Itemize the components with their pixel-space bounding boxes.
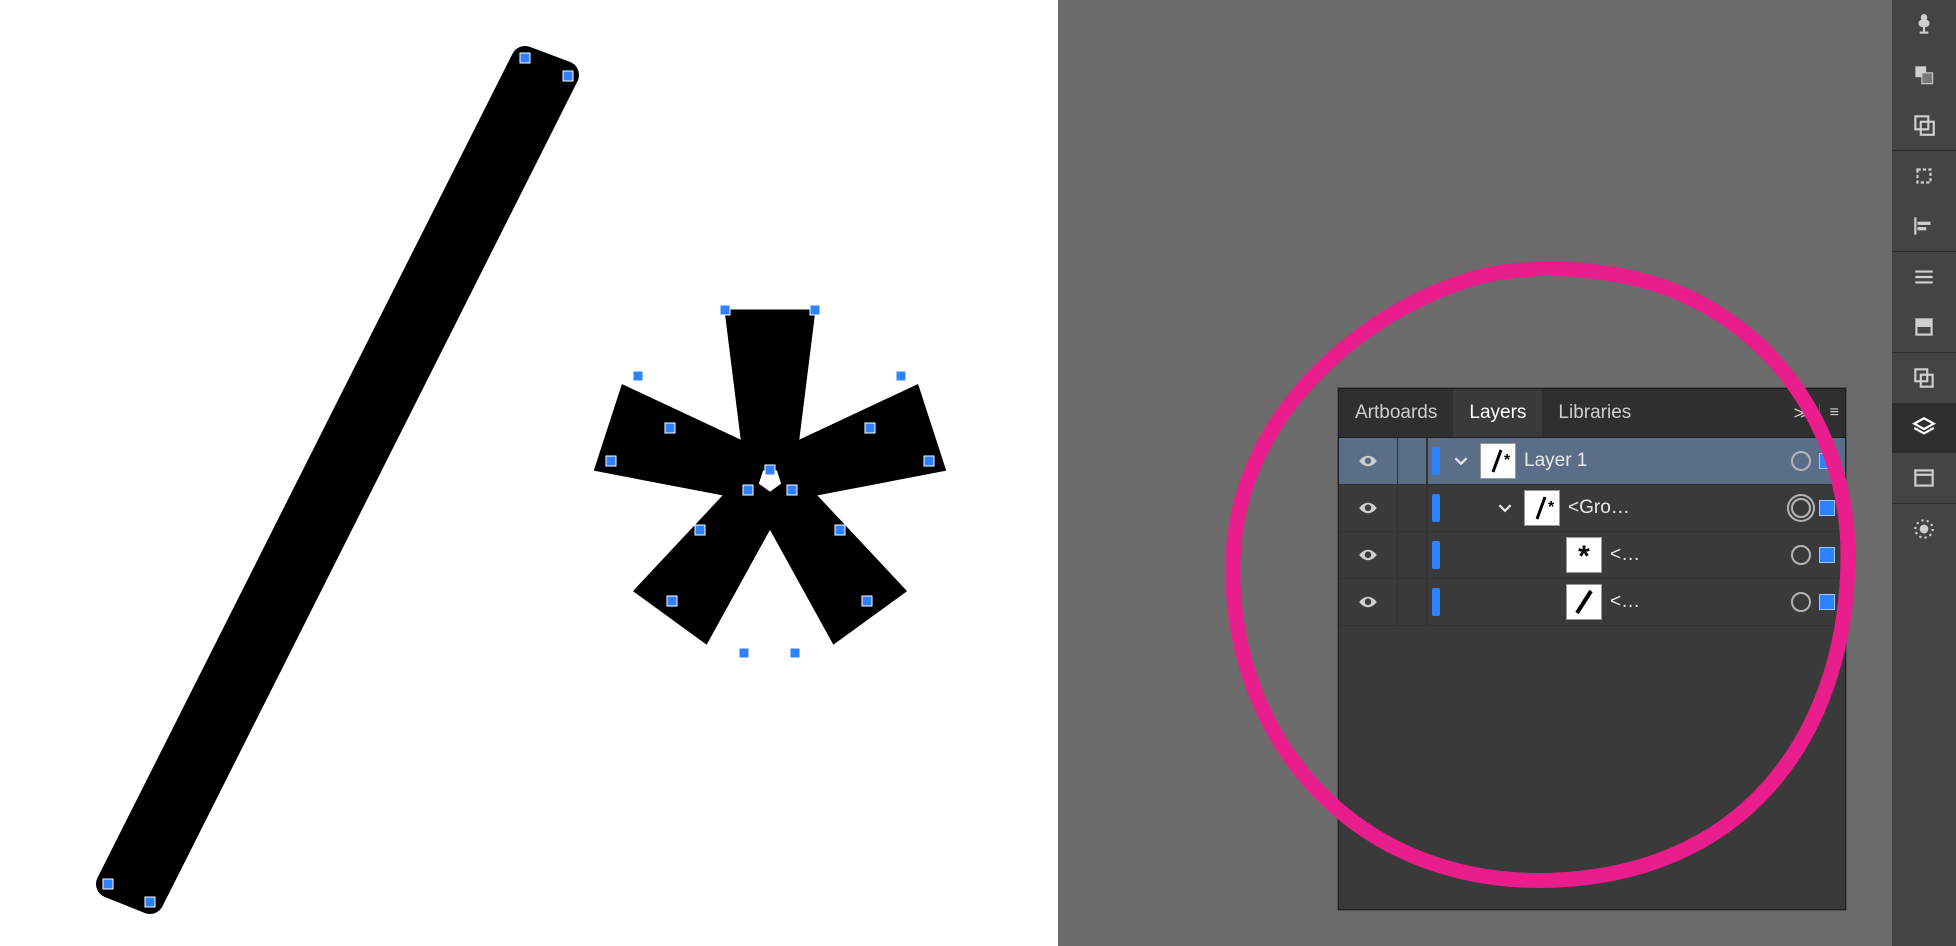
anchor-handle[interactable] (739, 648, 750, 659)
svg-text:*: * (1548, 499, 1555, 516)
tab-libraries[interactable]: Libraries (1542, 389, 1647, 437)
panel-expand-icon[interactable]: >> (1794, 403, 1807, 424)
selection-indicator[interactable] (1819, 453, 1835, 469)
club-icon[interactable] (1892, 0, 1956, 50)
layer-name[interactable]: Layer 1 (1524, 450, 1791, 472)
visibility-icon[interactable] (1357, 454, 1379, 468)
anchor-handle[interactable] (145, 897, 156, 908)
anchor-handle[interactable] (667, 596, 678, 607)
swatch-icon[interactable] (1892, 302, 1956, 352)
overlap-icon[interactable] (1892, 353, 1956, 403)
anchor-handle[interactable] (896, 371, 907, 382)
layer-color-strip (1432, 541, 1440, 569)
anchor-handle[interactable] (665, 423, 676, 434)
layers-panel[interactable]: Artboards Layers Libraries >> ≡ * (1338, 388, 1846, 910)
tab-artboards[interactable]: Artboards (1339, 389, 1453, 437)
layer-color-strip (1432, 494, 1440, 522)
layer-name[interactable]: <Gro… (1568, 497, 1791, 519)
disclosure-icon[interactable] (1450, 454, 1472, 468)
layer-row-path-asterisk[interactable]: * <… (1339, 532, 1845, 579)
panel-tabs: Artboards Layers Libraries >> ≡ (1339, 389, 1845, 438)
svg-text:*: * (1504, 452, 1511, 469)
library-icon[interactable] (1892, 453, 1956, 503)
layer-name[interactable]: <… (1610, 591, 1791, 613)
anchor-handle[interactable] (787, 485, 798, 496)
anchor-handle[interactable] (924, 456, 935, 467)
anchor-handle[interactable] (862, 596, 873, 607)
artboards-icon[interactable] (1892, 100, 1956, 150)
layer-color-strip (1432, 447, 1440, 475)
anchor-handle[interactable] (743, 485, 754, 496)
visibility-icon[interactable] (1357, 595, 1379, 609)
layer-thumbnail: * (1524, 490, 1560, 526)
artboard-canvas[interactable] (0, 0, 1058, 946)
layer-thumbnail: * (1480, 443, 1516, 479)
anchor-handle[interactable] (790, 648, 801, 659)
selection-indicator[interactable] (1819, 547, 1835, 563)
layer-row-layer1[interactable]: * Layer 1 (1339, 438, 1845, 485)
anchor-handle[interactable] (520, 53, 531, 64)
anchor-handle[interactable] (606, 456, 617, 467)
right-icon-sidebar (1892, 0, 1956, 946)
anchor-handle[interactable] (810, 305, 821, 316)
layer-row-path-slash[interactable]: <… (1339, 579, 1845, 626)
visibility-icon[interactable] (1357, 501, 1379, 515)
layer-row-group[interactable]: * <Gro… (1339, 485, 1845, 532)
panel-menu-icon[interactable]: ≡ (1819, 404, 1839, 422)
anchor-handle[interactable] (633, 371, 644, 382)
list-icon[interactable] (1892, 252, 1956, 302)
layer-name[interactable]: <… (1610, 544, 1791, 566)
workspace-background: Artboards Layers Libraries >> ≡ * (1058, 0, 1892, 946)
shapes-icon[interactable] (1892, 50, 1956, 100)
target-icon[interactable] (1791, 451, 1811, 471)
path-asterisk[interactable] (594, 310, 945, 644)
anchor-handle[interactable] (695, 525, 706, 536)
anchor-handle[interactable] (103, 879, 114, 890)
anchor-handle[interactable] (765, 465, 776, 476)
anchor-handle[interactable] (720, 305, 731, 316)
anchor-handle[interactable] (865, 423, 876, 434)
align-left-icon[interactable] (1892, 201, 1956, 251)
crop-icon[interactable] (1892, 151, 1956, 201)
anchor-handle[interactable] (563, 71, 574, 82)
anchor-handle[interactable] (835, 525, 846, 536)
tab-layers[interactable]: Layers (1453, 389, 1542, 437)
layer-thumbnail: * (1566, 537, 1602, 573)
svg-text:*: * (1578, 540, 1590, 570)
selection-indicator[interactable] (1819, 594, 1835, 610)
layer-thumbnail (1566, 584, 1602, 620)
target-icon[interactable] (1791, 498, 1811, 518)
path-slash[interactable] (110, 60, 565, 900)
target-icon[interactable] (1791, 592, 1811, 612)
layers-icon[interactable] (1892, 403, 1956, 453)
visibility-icon[interactable] (1357, 548, 1379, 562)
blob-icon[interactable] (1892, 504, 1956, 554)
target-icon[interactable] (1791, 545, 1811, 565)
selection-indicator[interactable] (1819, 500, 1835, 516)
layer-color-strip (1432, 588, 1440, 616)
disclosure-icon[interactable] (1494, 501, 1516, 515)
